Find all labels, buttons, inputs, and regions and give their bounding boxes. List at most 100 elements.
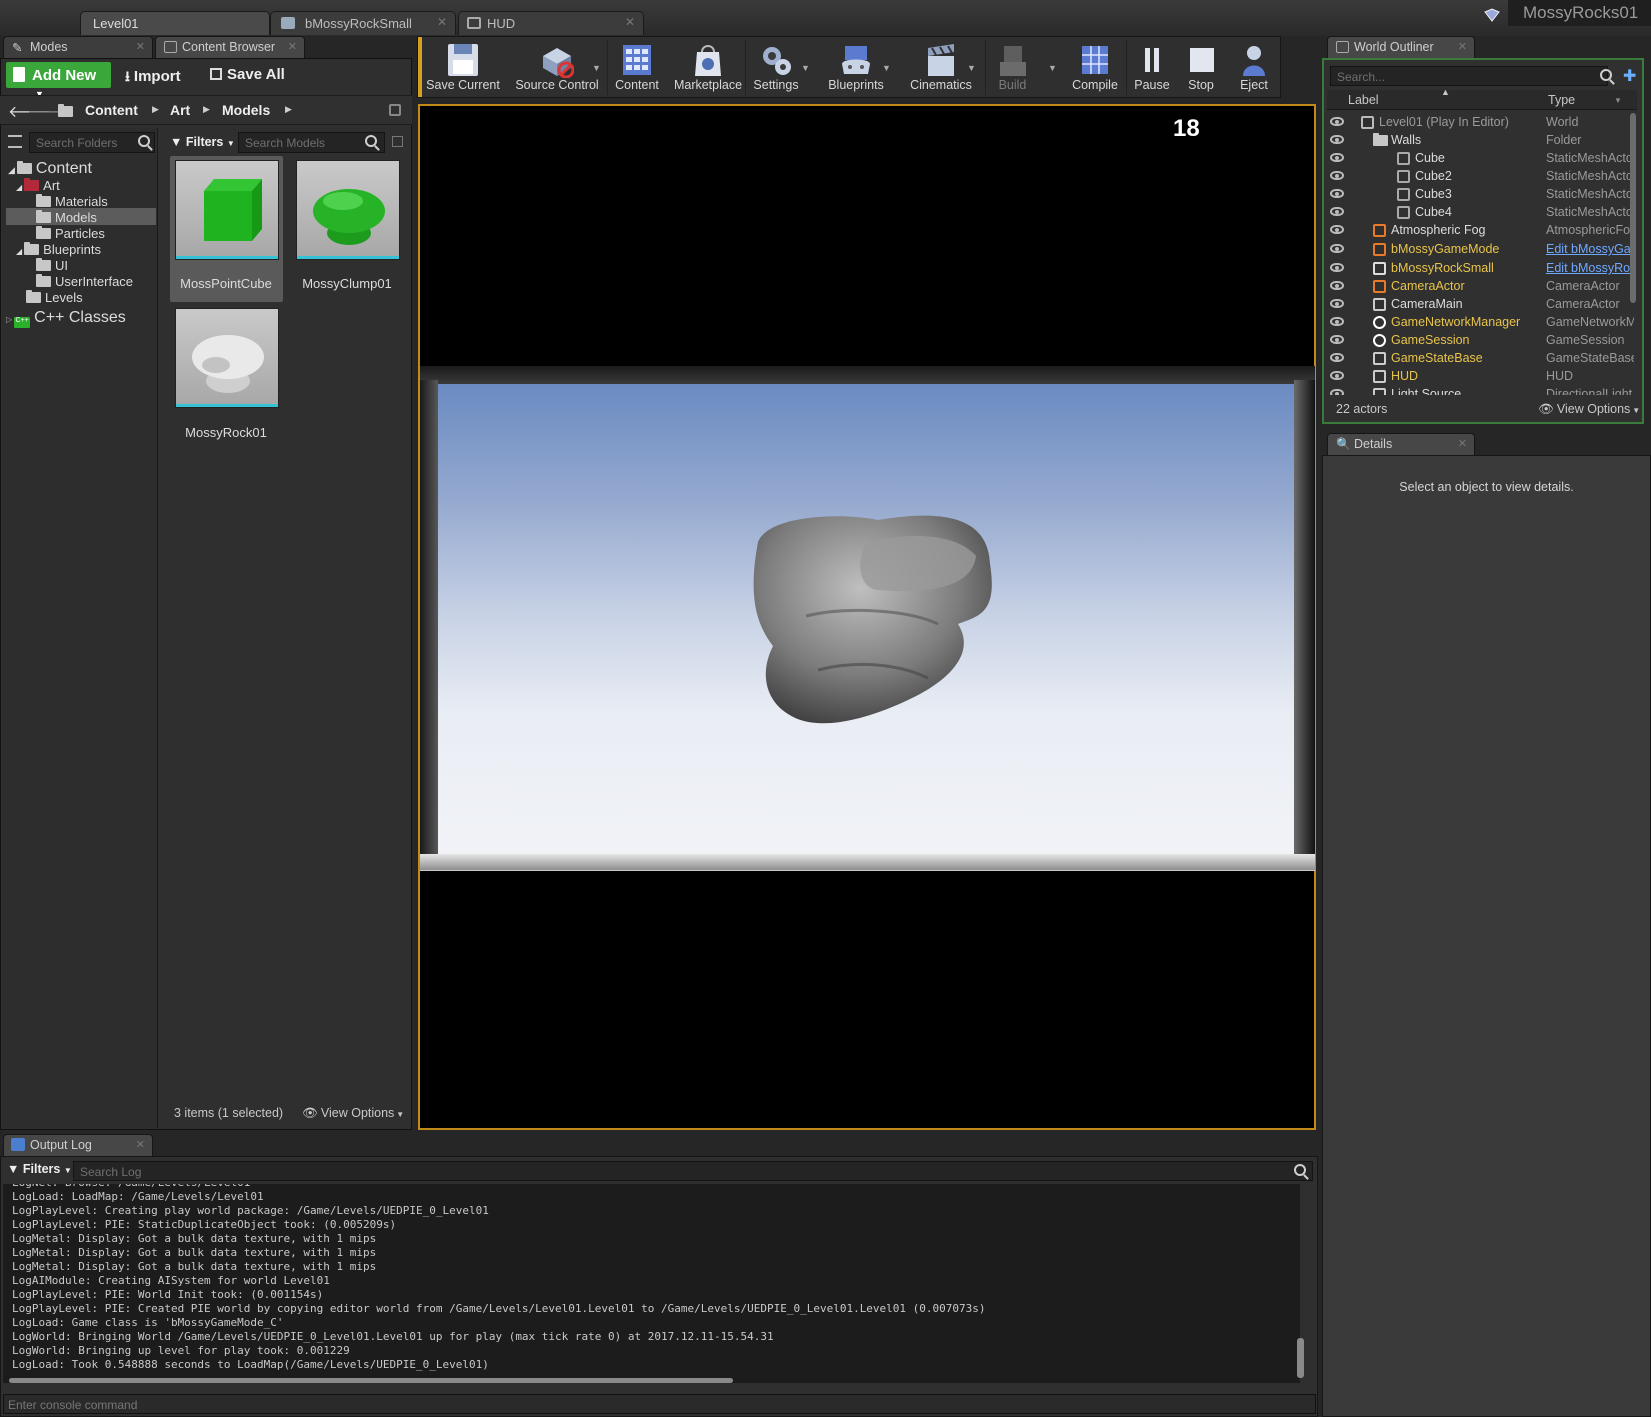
log-line: LogLoad: Took 0.548888 seconds to LoadMa… <box>12 1358 489 1371</box>
outliner-row[interactable]: bMossyRockSmall Edit bMossyRockSmall <box>1330 260 1634 278</box>
log-line: LogMetal: Display: Got a bulk data textu… <box>12 1232 377 1245</box>
log-horizontal-scrollbar[interactable] <box>9 1378 733 1383</box>
output-log-icon <box>11 1138 25 1151</box>
filters-label: Filters <box>22 1162 61 1176</box>
visibility-eye-icon[interactable] <box>1330 171 1344 180</box>
outliner-row[interactable]: Level01 (Play In Editor) World <box>1330 114 1633 132</box>
tab-output-log[interactable]: Output Log ✕ <box>3 1134 153 1156</box>
log-line: LogWorld: Bringing up level for play too… <box>12 1344 350 1357</box>
outliner-row[interactable]: HUD HUD <box>1330 368 1633 386</box>
visibility-eye-icon[interactable] <box>1330 353 1344 362</box>
eye-icon: 👁 <box>1538 402 1554 416</box>
asset-type-bar <box>176 404 278 407</box>
visibility-eye-icon[interactable] <box>1330 299 1344 308</box>
outliner-row-label: CameraActor <box>1391 279 1465 293</box>
log-line: LogWorld: Bringing World /Game/Levels/UE… <box>12 1330 774 1343</box>
outliner-row[interactable]: CameraMain CameraActor <box>1330 296 1633 314</box>
outliner-row[interactable]: Light Source DirectionalLight <box>1330 386 1633 395</box>
outliner-row-type: StaticMeshActor <box>1546 151 1634 165</box>
eye-icon: 👁 <box>302 1106 318 1120</box>
viewport-frame-right <box>1294 380 1315 870</box>
asset-label: MossyRock01 <box>185 425 267 440</box>
actor-icon <box>1373 280 1386 293</box>
outliner-row-type[interactable]: Edit bMossyGameMode <box>1546 242 1634 256</box>
visibility-eye-icon[interactable] <box>1330 189 1344 198</box>
chevron-down-icon: ▼ <box>396 1110 405 1119</box>
sky-background <box>438 384 1294 854</box>
viewport-frame-left <box>420 380 438 870</box>
outliner-row-type: AtmosphericFog <box>1546 223 1634 237</box>
outliner-row[interactable]: GameSession GameSession <box>1330 332 1633 350</box>
outliner-row[interactable]: GameStateBase GameStateBase <box>1330 350 1634 368</box>
console-command-input[interactable]: Enter console command <box>3 1394 1316 1414</box>
actor-icon <box>1373 224 1386 237</box>
outliner-row-label: Cube4 <box>1415 205 1452 219</box>
outliner-row-type: CameraActor <box>1546 297 1620 311</box>
outliner-row-type: GameNetworkManager <box>1546 315 1634 329</box>
visibility-eye-icon[interactable] <box>1330 335 1344 344</box>
actor-count: 22 actors <box>1336 402 1388 416</box>
outliner-row-type: World <box>1546 115 1579 129</box>
outliner-row-label: Walls <box>1391 133 1422 147</box>
close-icon[interactable]: ✕ <box>1458 437 1467 450</box>
outliner-row[interactable]: Atmospheric Fog AtmosphericFog <box>1330 222 1634 240</box>
actor-icon <box>1373 370 1386 383</box>
search-icon <box>1294 1164 1306 1176</box>
outliner-view-options-button[interactable]: 👁 View Options ▼ <box>1538 402 1640 417</box>
log-search-input[interactable]: Search Log <box>73 1161 1313 1181</box>
outliner-scrollbar[interactable] <box>1630 113 1636 303</box>
close-icon[interactable]: ✕ <box>136 1138 145 1151</box>
outliner-row[interactable]: Cube4 StaticMeshActor <box>1330 204 1634 222</box>
outliner-row-label: Cube2 <box>1415 169 1452 183</box>
outliner-row-label: GameStateBase <box>1391 351 1483 365</box>
chevron-down-icon: ▼ <box>1632 406 1641 415</box>
visibility-eye-icon[interactable] <box>1330 207 1344 216</box>
actor-icon <box>1373 316 1386 329</box>
visibility-eye-icon[interactable] <box>1330 371 1344 380</box>
log-text-area[interactable]: LogNet: Browse: /Game/Levels/Level01LogL… <box>3 1184 1300 1383</box>
outliner-row-type: Folder <box>1546 133 1582 147</box>
log-line: LogLoad: Game class is 'bMossyGameMode_C… <box>12 1316 284 1329</box>
visibility-eye-icon[interactable] <box>1330 225 1344 234</box>
log-line: LogLoad: LoadMap: /Game/Levels/Level01 <box>12 1190 264 1203</box>
visibility-eye-icon[interactable] <box>1330 153 1344 162</box>
tab-label: Details <box>1354 437 1393 451</box>
view-options-button[interactable]: 👁 View Options ▼ <box>302 1106 404 1121</box>
log-line: LogPlayLevel: PIE: Created PIE world by … <box>12 1302 986 1315</box>
visibility-eye-icon[interactable] <box>1330 389 1344 395</box>
visibility-eye-icon[interactable] <box>1330 117 1344 126</box>
log-vertical-scrollbar[interactable] <box>1297 1338 1304 1378</box>
visibility-eye-icon[interactable] <box>1330 317 1344 326</box>
actor-icon <box>1373 334 1386 347</box>
log-line: LogMetal: Display: Got a bulk data textu… <box>12 1246 377 1259</box>
outliner-row-label: GameSession <box>1391 333 1470 347</box>
actor-icon <box>1373 352 1386 365</box>
outliner-row[interactable]: Cube StaticMeshActor <box>1330 150 1634 168</box>
outliner-row-type[interactable]: Edit bMossyRockSmall <box>1546 261 1634 275</box>
asset-count-status: 3 items (1 selected) <box>174 1106 284 1120</box>
outliner-row-label: bMossyGameMode <box>1391 242 1500 256</box>
outliner-row[interactable]: Cube2 StaticMeshActor <box>1330 168 1634 186</box>
outliner-row-type: DirectionalLight <box>1546 387 1633 395</box>
outliner-rows-viewport: Level01 (Play In Editor) World Walls Folder… <box>0 0 1651 395</box>
visibility-eye-icon[interactable] <box>1330 281 1344 290</box>
visibility-eye-icon[interactable] <box>1330 263 1344 272</box>
folder-icon <box>1373 133 1388 147</box>
outliner-row-type: CameraActor <box>1546 279 1620 293</box>
outliner-row[interactable]: GameNetworkManager GameNetworkManager <box>1330 314 1634 332</box>
actor-icon <box>1373 298 1386 311</box>
outliner-row-label: bMossyRockSmall <box>1391 261 1494 275</box>
outliner-row[interactable]: bMossyGameMode Edit bMossyGameMode <box>1330 241 1634 259</box>
outliner-row[interactable]: Walls Folder <box>1330 132 1633 150</box>
log-filters-button[interactable]: ▼ Filters ▼ <box>7 1162 72 1176</box>
outliner-row-label: GameNetworkManager <box>1391 315 1521 329</box>
log-line: LogAIModule: Creating AISystem for world… <box>12 1274 330 1287</box>
log-line: LogNet: Browse: /Game/Levels/Level01 <box>12 1184 250 1189</box>
outliner-row[interactable]: Cube3 StaticMeshActor <box>1330 186 1634 204</box>
visibility-eye-icon[interactable] <box>1330 135 1344 144</box>
outliner-row[interactable]: CameraActor CameraActor <box>1330 278 1633 296</box>
tab-details[interactable]: 🔍 Details ✕ <box>1327 433 1475 455</box>
log-line: LogMetal: Display: Got a bulk data textu… <box>12 1260 377 1273</box>
visibility-eye-icon[interactable] <box>1330 244 1344 253</box>
actor-icon <box>1373 388 1386 395</box>
